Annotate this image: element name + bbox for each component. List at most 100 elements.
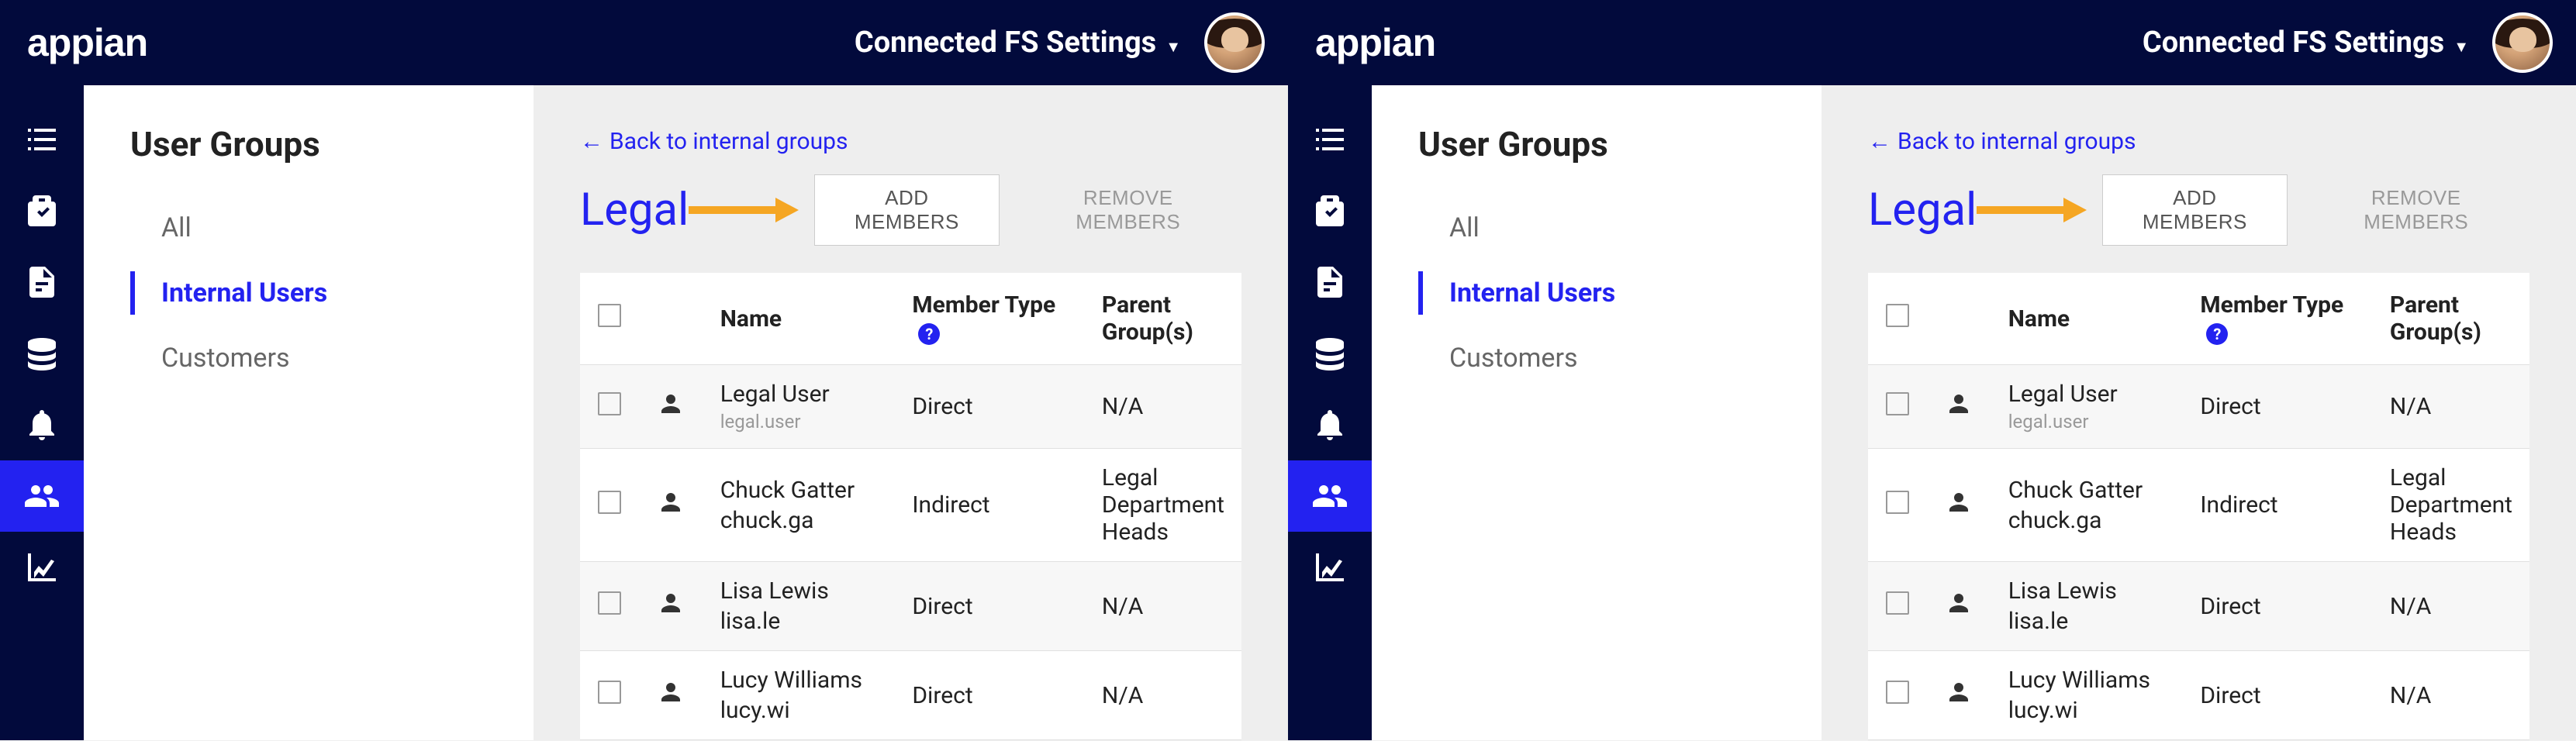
- sidebar-item-customers[interactable]: Customers: [1372, 326, 1822, 391]
- user-icon: [1945, 397, 1973, 424]
- row-name: Lisa Lewis: [2008, 577, 2167, 605]
- sidebar-item-internal-users[interactable]: Internal Users: [1372, 260, 1822, 326]
- select-all-checkbox[interactable]: [598, 304, 621, 327]
- row-parent-groups: N/A: [1085, 651, 1241, 740]
- col-header-name[interactable]: Name: [703, 273, 896, 365]
- row-member-type: Indirect: [2183, 449, 2373, 562]
- row-checkbox[interactable]: [598, 681, 621, 704]
- table-body: Legal User legal.user Direct N/A Chuck G…: [1868, 365, 2529, 740]
- col-header-member-type[interactable]: Member Type ?: [2183, 273, 2373, 365]
- row-username: lucy.wi: [720, 697, 879, 724]
- row-name: Lisa Lewis: [720, 577, 879, 605]
- tasks-icon: [23, 121, 60, 158]
- chart-icon: [1311, 549, 1348, 586]
- col-header-icon: [638, 273, 703, 365]
- nav-users[interactable]: [0, 460, 84, 532]
- row-parent-groups: Legal Department Heads: [1085, 449, 1241, 562]
- nav-users[interactable]: [1288, 460, 1372, 532]
- col-header-member-type[interactable]: Member Type ?: [895, 273, 1085, 365]
- nav-notifications[interactable]: [0, 389, 84, 460]
- members-table: Name Member Type ? Parent Group(s) Le: [580, 273, 1241, 740]
- sidebar-item-internal-users[interactable]: Internal Users: [84, 260, 534, 326]
- table-row: Lisa Lewis lisa.le Direct N/A: [1868, 562, 2529, 651]
- row-checkbox[interactable]: [1886, 491, 1909, 514]
- avatar[interactable]: [1204, 12, 1265, 73]
- row-name: Chuck Gatter: [2008, 477, 2167, 504]
- row-member-type: Direct: [2183, 651, 2373, 740]
- arrow-annotation: [689, 204, 799, 216]
- back-link-label: Back to internal groups: [1897, 128, 2136, 155]
- nav-document[interactable]: [1288, 246, 1372, 318]
- row-username: legal.user: [2008, 411, 2167, 433]
- arrow-left-icon: ←: [1868, 128, 1891, 155]
- document-icon: [1311, 264, 1348, 301]
- back-link[interactable]: ← Back to internal groups: [1868, 128, 2136, 155]
- user-icon: [657, 685, 685, 712]
- back-link[interactable]: ← Back to internal groups: [580, 128, 848, 155]
- nav-clipboard[interactable]: [1288, 175, 1372, 246]
- sidebar-item-customers[interactable]: Customers: [84, 326, 534, 391]
- tasks-icon: [1311, 121, 1348, 158]
- row-member-type: Direct: [2183, 365, 2373, 449]
- back-link-label: Back to internal groups: [609, 128, 848, 155]
- nav-analytics[interactable]: [0, 532, 84, 603]
- main-layout: User Groups All Internal Users Customers…: [1288, 85, 2576, 740]
- settings-dropdown[interactable]: Connected FS Settings: [2143, 26, 2469, 60]
- nav-database[interactable]: [0, 318, 84, 389]
- table-row: Lucy Williams lucy.wi Direct N/A: [580, 651, 1241, 740]
- col-header-name[interactable]: Name: [1991, 273, 2184, 365]
- member-type-label: Member Type: [912, 291, 1055, 319]
- row-checkbox[interactable]: [598, 392, 621, 415]
- row-name: Lucy Williams: [720, 667, 879, 694]
- top-bar: appian Connected FS Settings: [0, 0, 1288, 85]
- table-row: Legal User legal.user Direct N/A: [1868, 365, 2529, 449]
- row-parent-groups: N/A: [1085, 365, 1241, 449]
- table-body: Legal User legal.user Direct N/A Chuck G…: [580, 365, 1241, 740]
- help-icon[interactable]: ?: [918, 323, 940, 345]
- nav-tasks[interactable]: [1288, 104, 1372, 175]
- member-type-label: Member Type: [2200, 291, 2343, 319]
- user-icon: [1945, 596, 1973, 623]
- row-username: lisa.le: [720, 608, 879, 635]
- settings-label: Connected FS Settings: [855, 26, 1156, 60]
- row-member-type: Direct: [2183, 562, 2373, 651]
- caret-down-icon: [1165, 26, 1181, 60]
- nav-tasks[interactable]: [0, 104, 84, 175]
- sidebar-item-all[interactable]: All: [1372, 195, 1822, 260]
- help-icon[interactable]: ?: [2206, 323, 2228, 345]
- sidebar-item-all[interactable]: All: [84, 195, 534, 260]
- avatar[interactable]: [2492, 12, 2553, 73]
- nav-document[interactable]: [0, 246, 84, 318]
- row-parent-groups: N/A: [2373, 365, 2529, 449]
- row-checkbox[interactable]: [1886, 392, 1909, 415]
- select-all-checkbox[interactable]: [1886, 304, 1909, 327]
- users-icon: [23, 477, 60, 515]
- nav-rail: [1288, 85, 1372, 740]
- row-checkbox[interactable]: [598, 591, 621, 615]
- logo: appian: [1315, 20, 1435, 65]
- nav-notifications[interactable]: [1288, 389, 1372, 460]
- row-checkbox[interactable]: [598, 491, 621, 514]
- bell-icon: [23, 406, 60, 443]
- row-checkbox[interactable]: [1886, 591, 1909, 615]
- add-members-button[interactable]: ADD MEMBERS: [814, 174, 999, 246]
- header-actions: ADD MEMBERS REMOVE MEMBERS: [689, 174, 1241, 246]
- row-checkbox[interactable]: [1886, 681, 1909, 704]
- top-bar: appian Connected FS Settings: [1288, 0, 2576, 85]
- col-header-parent-groups[interactable]: Parent Group(s): [1085, 273, 1241, 365]
- settings-dropdown[interactable]: Connected FS Settings: [855, 26, 1181, 60]
- row-member-type: Direct: [895, 562, 1085, 651]
- row-member-type: Indirect: [895, 449, 1085, 562]
- document-icon: [23, 264, 60, 301]
- chart-icon: [23, 549, 60, 586]
- nav-database[interactable]: [1288, 318, 1372, 389]
- user-icon: [1945, 495, 1973, 522]
- page-title: Legal: [580, 184, 689, 236]
- add-members-button[interactable]: ADD MEMBERS: [2102, 174, 2287, 246]
- col-header-parent-groups[interactable]: Parent Group(s): [2373, 273, 2529, 365]
- bell-icon: [1311, 406, 1348, 443]
- nav-clipboard[interactable]: [0, 175, 84, 246]
- user-icon: [657, 495, 685, 522]
- nav-analytics[interactable]: [1288, 532, 1372, 603]
- col-header-check: [1868, 273, 1926, 365]
